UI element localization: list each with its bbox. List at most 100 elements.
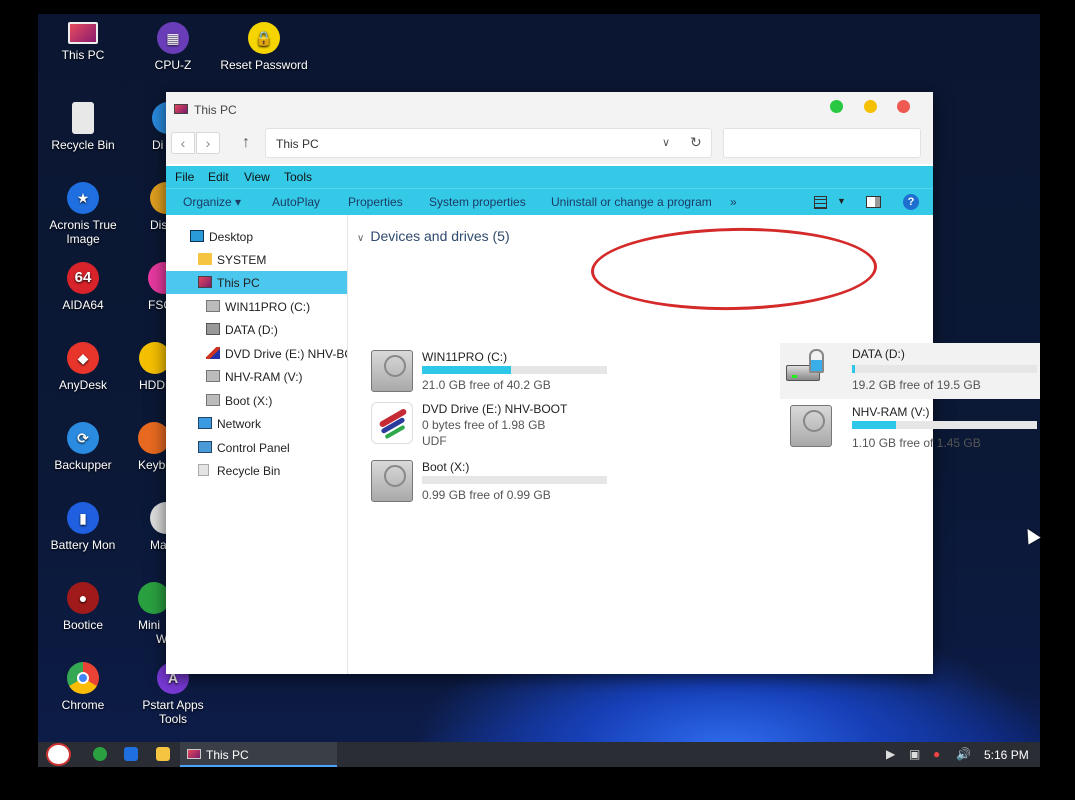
drive-tile-v[interactable]: NHV-RAM (V:) 1.10 GB free of 1.45 GB: [786, 401, 1037, 451]
taskbar-item-this-pc[interactable]: This PC: [180, 742, 337, 767]
desktop-icon-label: Acronis True Image: [49, 218, 117, 246]
dvd-icon: [206, 347, 220, 359]
nav-item-label: NHV-RAM (V:): [225, 370, 303, 384]
help-icon[interactable]: ?: [903, 194, 919, 210]
pinned-acronis-icon[interactable]: [124, 747, 138, 761]
nav-item-label: DVD Drive (E:) NHV-BOOT: [225, 347, 347, 361]
menu-edit[interactable]: Edit: [208, 170, 229, 184]
pe-tray-icon[interactable]: ●: [933, 747, 940, 761]
nav-item-desktop[interactable]: Desktop: [166, 225, 347, 248]
menu-view[interactable]: View: [244, 170, 270, 184]
desktop-icon-backupper[interactable]: ⟳ Backupper: [38, 422, 128, 472]
nav-item-label: SYSTEM: [217, 253, 267, 267]
desktop-icon-reset-password[interactable]: 🔒 Reset Password: [219, 22, 309, 72]
desktop-icon-chrome[interactable]: Chrome: [38, 662, 128, 712]
explorer-window: This PC ‹ › ↑ This PC ∨ ↻ File Edit View…: [166, 92, 1040, 674]
desktop-icon-anydesk[interactable]: ◆ AnyDesk: [38, 342, 128, 392]
desktop-icon-acronis[interactable]: ★ Acronis True Image: [38, 182, 128, 246]
drive-tile-d[interactable]: DATA (D:) 19.2 GB free of 19.5 GB: [780, 343, 1040, 399]
network-tray-icon[interactable]: ▣: [909, 747, 920, 761]
recycle-bin-icon: [198, 464, 209, 476]
drive-usage-bar: [422, 476, 607, 484]
nav-item-nhv-ram[interactable]: NHV-RAM (V:): [166, 365, 347, 388]
maximize-button[interactable]: [830, 100, 843, 113]
this-pc-icon: [187, 749, 201, 759]
nav-item-network[interactable]: Network: [166, 412, 347, 435]
desktop-icon-battery-mon[interactable]: ▮ Battery Mon: [38, 502, 128, 552]
menu-bar: File Edit View Tools: [166, 166, 933, 188]
chrome-icon: [67, 662, 99, 694]
desktop-icon-label: AnyDesk: [58, 378, 108, 392]
desktop-icon-label: Reset Password: [220, 58, 308, 72]
file-explorer-icon[interactable]: [156, 747, 170, 761]
nav-item-label: Boot (X:): [225, 394, 273, 408]
nav-item-label: DATA (D:): [225, 323, 278, 337]
this-pc-icon: [198, 276, 212, 288]
dvd-disc-icon: [371, 402, 413, 444]
drive-tile-x[interactable]: Boot (X:) 0.99 GB free of 0.99 GB: [367, 456, 607, 506]
drive-name: NHV-RAM (V:): [852, 405, 930, 419]
desktop-icon-this-pc[interactable]: This PC: [38, 22, 128, 62]
chevron-down-icon[interactable]: ▼: [837, 196, 846, 206]
properties-button[interactable]: Properties: [348, 195, 403, 209]
more-commands-button[interactable]: »: [730, 195, 737, 209]
refresh-icon[interactable]: ↻: [690, 134, 702, 151]
desktop-icon-label: Bootice: [62, 618, 104, 632]
chevron-down-icon[interactable]: ∨: [662, 136, 670, 149]
desktop-icon-label: Backupper: [54, 458, 112, 472]
drive-tile-c[interactable]: WIN11PRO (C:) 21.0 GB free of 40.2 GB: [367, 346, 607, 396]
nav-item-dvd-drive[interactable]: DVD Drive (E:) NHV-BOOT: [166, 342, 347, 365]
start-icon[interactable]: [46, 743, 71, 766]
search-input[interactable]: [723, 128, 921, 158]
drive-free-space: 0 bytes free of 1.98 GB: [422, 418, 546, 432]
network-icon: [198, 417, 212, 429]
forward-button[interactable]: ›: [196, 132, 220, 154]
menu-tools[interactable]: Tools: [284, 170, 312, 184]
drive-name: Boot (X:): [422, 460, 470, 474]
drive-free-space: 1.10 GB free of 1.45 GB: [852, 436, 981, 450]
anydesk-icon: ◆: [67, 342, 99, 374]
drive-usage-bar: [852, 365, 1037, 373]
menu-file[interactable]: File: [175, 170, 194, 184]
nav-item-this-pc[interactable]: This PC: [166, 271, 347, 294]
desktop-icon-bootice[interactable]: ● Bootice: [38, 582, 128, 632]
group-header[interactable]: ∨ Devices and drives (5): [357, 228, 510, 244]
preview-pane-icon[interactable]: [866, 196, 881, 208]
nav-item-boot[interactable]: Boot (X:): [166, 389, 347, 412]
nav-item-win11pro[interactable]: WIN11PRO (C:): [166, 295, 347, 318]
nav-item-data[interactable]: DATA (D:): [166, 318, 347, 341]
drive-icon: [206, 300, 220, 312]
system-properties-button[interactable]: System properties: [429, 195, 526, 209]
play-icon[interactable]: ▶: [886, 747, 895, 761]
autoplay-button[interactable]: AutoPlay: [272, 195, 320, 209]
organize-button[interactable]: Organize ▾: [183, 195, 241, 209]
drive-free-space: 21.0 GB free of 40.2 GB: [422, 378, 551, 392]
volume-icon[interactable]: 🔊: [956, 747, 971, 761]
nav-item-recycle-bin[interactable]: Recycle Bin: [166, 459, 347, 482]
drive-tile-dvd[interactable]: DVD Drive (E:) NHV-BOOT 0 bytes free of …: [367, 398, 607, 458]
pinned-app-icon[interactable]: [93, 747, 107, 761]
hard-drive-icon: [790, 405, 832, 447]
minimize-button[interactable]: [864, 100, 877, 113]
nav-item-system[interactable]: SYSTEM: [166, 248, 347, 271]
back-button[interactable]: ‹: [171, 132, 195, 154]
uninstall-program-button[interactable]: Uninstall or change a program: [551, 195, 712, 209]
nav-item-control-panel[interactable]: Control Panel: [166, 436, 347, 459]
drive-name: WIN11PRO (C:): [422, 350, 508, 364]
taskbar: This PC ▶ ▣ ● 🔊 5:16 PM: [38, 742, 1040, 767]
control-panel-icon: [198, 441, 212, 453]
desktop-icon-recycle-bin[interactable]: Recycle Bin: [38, 102, 128, 152]
title-bar[interactable]: This PC: [166, 92, 933, 128]
drive-icon: [206, 370, 220, 382]
address-bar[interactable]: This PC ∨ ↻: [265, 128, 712, 158]
address-text: This PC: [276, 137, 319, 151]
drive-name: DATA (D:): [852, 347, 905, 361]
command-bar: Organize ▾ AutoPlay Properties System pr…: [166, 188, 933, 215]
up-arrow-icon[interactable]: ↑: [242, 134, 250, 152]
clock[interactable]: 5:16 PM: [984, 748, 1029, 762]
nav-item-label: Control Panel: [217, 441, 290, 455]
close-button[interactable]: [897, 100, 910, 113]
desktop-icon-cpu-z[interactable]: ▦ CPU-Z: [128, 22, 218, 72]
desktop-icon-aida64[interactable]: 64 AIDA64: [38, 262, 128, 312]
view-options-icon[interactable]: [814, 196, 827, 209]
